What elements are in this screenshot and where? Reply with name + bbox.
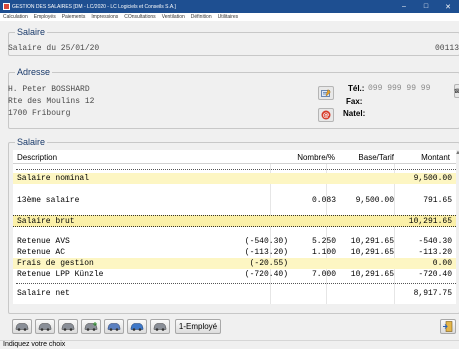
tel-value: 099 999 99 99	[368, 84, 431, 93]
address-edit-button[interactable]	[318, 86, 334, 100]
svg-text:@: @	[323, 111, 330, 119]
exit-door-icon	[443, 321, 453, 332]
app-icon	[3, 3, 10, 10]
toolbar-button-2[interactable]	[35, 319, 55, 334]
table-row[interactable]: Salaire net 8,917.75	[13, 288, 456, 299]
salary-table: Salaire nominal 9,500.00 13ème salaire 0…	[13, 164, 456, 304]
col-description[interactable]: Description	[17, 153, 57, 162]
menu-item-employes[interactable]: Employés	[31, 14, 59, 20]
separator	[16, 283, 456, 284]
car-icon	[15, 323, 29, 331]
close-button[interactable]: ✕	[437, 3, 459, 11]
group-title: Adresse	[15, 67, 53, 77]
natel-label: Natel:	[343, 109, 366, 118]
group-title: Salaire	[15, 137, 48, 147]
menu-item-utilitaires[interactable]: Utilitaires	[215, 14, 242, 20]
toolbar-button-4[interactable]	[81, 319, 101, 334]
address-city: 1700 Fribourg	[8, 109, 71, 118]
car-icon	[61, 323, 75, 331]
table-header: Description Nombre/% Base/Tarif Montant	[13, 150, 456, 164]
bottom-toolbar: 1-Employé	[12, 319, 221, 335]
group-title: Salaire	[15, 27, 48, 37]
toolbar-button-7[interactable]	[150, 319, 170, 334]
menu-item-calculation[interactable]: Calculation	[0, 14, 31, 20]
salaire-number: 00113	[434, 44, 459, 53]
table-row[interactable]: Retenue AVS (-540.30) 5.250 10,291.65 -5…	[13, 236, 456, 247]
table-row[interactable]: Retenue AC (-113.20) 1.100 10,291.65 -11…	[13, 247, 456, 258]
menu-item-definition[interactable]: Définition	[188, 14, 215, 20]
exit-button[interactable]	[440, 319, 456, 334]
menu-item-ventilation[interactable]: Ventilation	[159, 14, 188, 20]
at-sign-icon: @	[321, 110, 331, 120]
table-row[interactable]: 13ème salaire 0.083 9,500.00 791.65	[13, 195, 456, 206]
menu-item-impressions[interactable]: Impressions	[88, 14, 121, 20]
email-button[interactable]: @	[318, 108, 334, 122]
car-add-icon	[84, 322, 98, 331]
separator	[16, 169, 456, 170]
table-row[interactable]: Retenue LPP Künzle (-720.40) 7.000 10,29…	[13, 269, 456, 280]
toolbar-button-6[interactable]	[127, 319, 147, 334]
employe-button[interactable]: 1-Employé	[175, 319, 221, 334]
car-icon	[38, 323, 52, 331]
scroll-up-arrow[interactable]: ▲	[455, 150, 459, 164]
table-row[interactable]: Salaire nominal 9,500.00	[13, 173, 456, 184]
toolbar-button-5[interactable]	[104, 319, 124, 334]
minimize-button[interactable]: –	[393, 3, 415, 10]
car-edit-icon	[107, 323, 121, 331]
col-nombre[interactable]: Nombre/%	[297, 153, 335, 162]
menu-bar: Calculation Employés Paiements Impressio…	[0, 13, 459, 21]
phone-button[interactable]: ☎	[454, 84, 459, 98]
toolbar-button-1[interactable]	[12, 319, 32, 334]
menu-item-paiements[interactable]: Paiements	[59, 14, 89, 20]
fax-label: Fax:	[346, 97, 363, 106]
table-row[interactable]: Frais de gestion (-20.55) 0.00	[13, 258, 456, 269]
car-print-icon	[153, 323, 167, 331]
window-title: GESTION DES SALAIRES [DM - LC/2020 - LC …	[12, 3, 176, 10]
toolbar-button-3[interactable]	[58, 319, 78, 334]
salaire-date-text: Salaire du 25/01/20	[8, 44, 100, 53]
address-name: H. Peter BOSSHARD	[8, 85, 90, 94]
edit-card-icon	[321, 88, 331, 97]
col-base[interactable]: Base/Tarif	[358, 153, 394, 162]
table-row[interactable]: Salaire brut 10,291.65	[13, 215, 456, 227]
tel-label: Tél.:	[348, 84, 365, 93]
menu-item-consultations[interactable]: COnsultations	[121, 14, 158, 20]
title-bar: GESTION DES SALAIRES [DM - LC/2020 - LC …	[0, 0, 459, 13]
col-montant[interactable]: Montant	[421, 153, 450, 162]
phone-icon: ☎	[453, 88, 459, 95]
status-bar: Indiquez votre choix	[0, 340, 459, 349]
car-search-icon	[130, 323, 144, 331]
address-street: Rte des Moulins 12	[8, 97, 95, 106]
maximize-button[interactable]: □	[415, 3, 437, 10]
